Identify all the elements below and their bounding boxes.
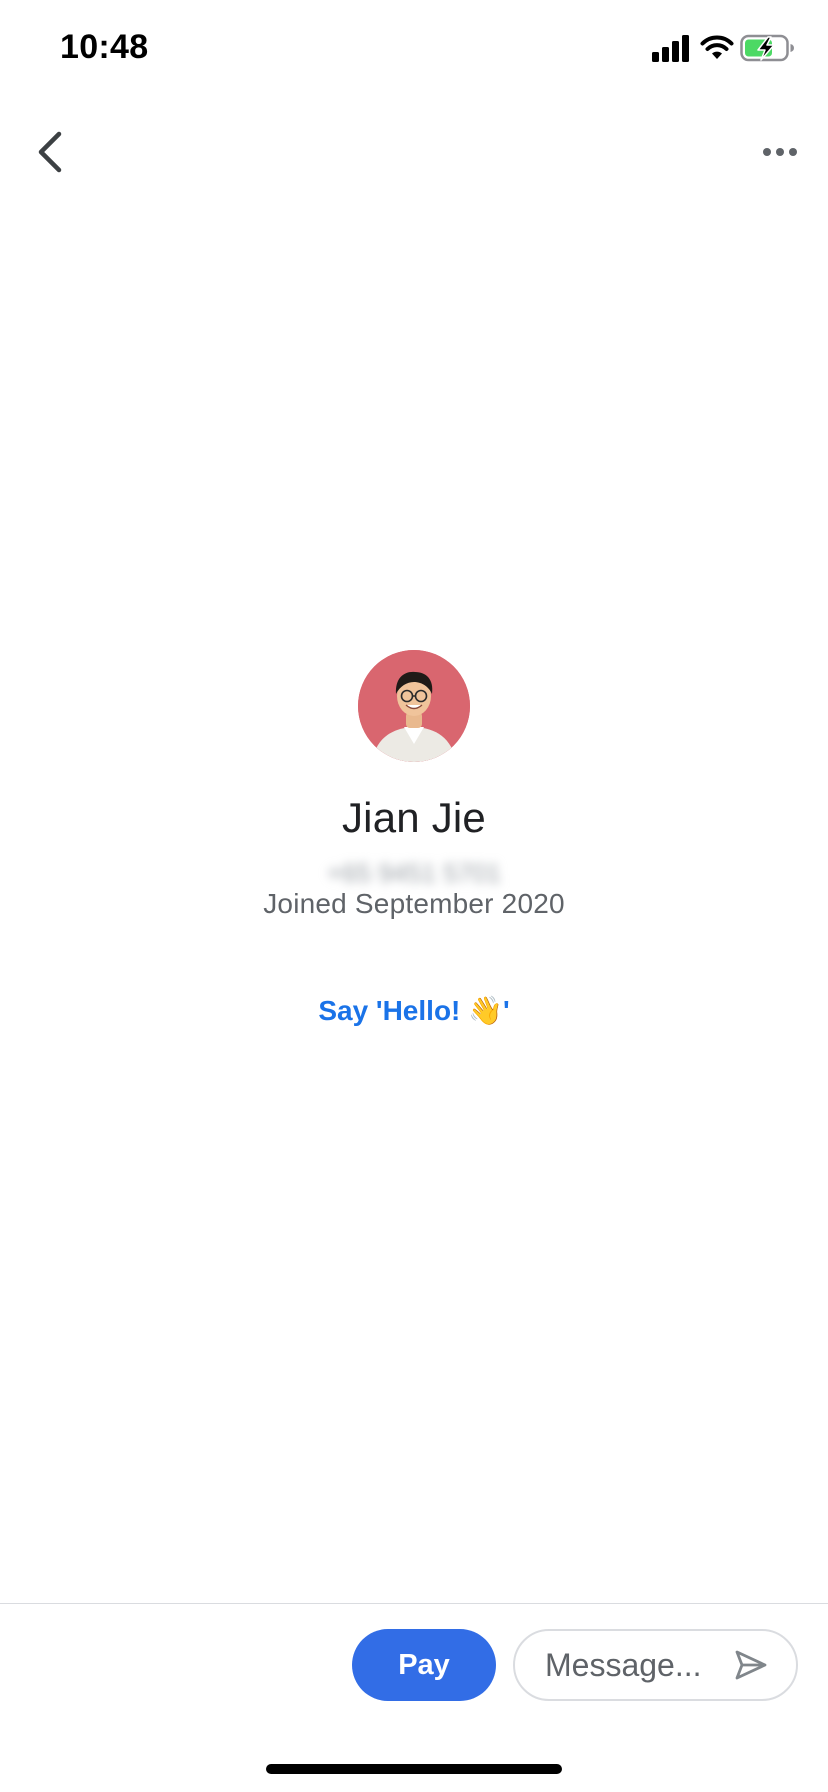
- message-input[interactable]: [545, 1646, 735, 1684]
- wifi-icon: [700, 35, 734, 59]
- status-time: 10:48: [60, 28, 149, 66]
- send-icon[interactable]: [734, 1649, 768, 1681]
- more-horizontal-icon: [763, 148, 797, 156]
- contact-phone-number: +65 9451 5701: [326, 858, 502, 888]
- avatar: [358, 650, 470, 762]
- chevron-left-icon: [38, 131, 62, 173]
- contact-name: Jian Jie: [341, 794, 486, 841]
- joined-date: Joined September 2020: [263, 888, 565, 919]
- more-options-button[interactable]: [750, 122, 810, 182]
- battery-charging-icon: [740, 34, 794, 62]
- avatar-photo: [358, 650, 470, 762]
- composer-divider: [0, 1603, 828, 1604]
- home-indicator: [266, 1764, 562, 1774]
- back-button[interactable]: [20, 122, 80, 182]
- pay-button[interactable]: Pay: [352, 1629, 496, 1701]
- message-field[interactable]: [513, 1629, 798, 1701]
- status-bar: 10:48: [0, 0, 828, 100]
- signal-icon: [652, 35, 689, 62]
- say-hello-button[interactable]: Say 'Hello! 👋': [0, 994, 828, 1027]
